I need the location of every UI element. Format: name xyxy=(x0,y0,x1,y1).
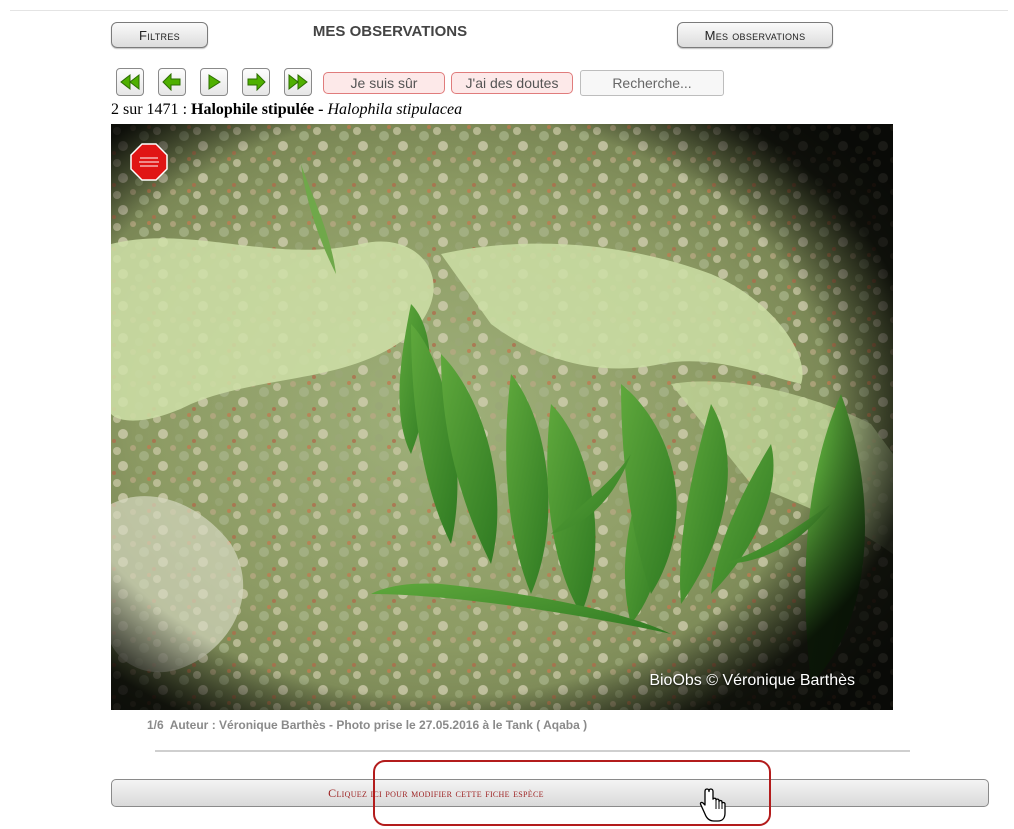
first-page-button[interactable] xyxy=(116,68,144,96)
common-name: Halophile stipulée xyxy=(191,101,315,118)
previous-button[interactable] xyxy=(158,68,186,96)
last-page-icon xyxy=(288,73,308,91)
search-input[interactable] xyxy=(580,70,724,96)
doubts-button[interactable]: J'ai des doutes xyxy=(451,72,573,94)
photo-index: 1/6 xyxy=(147,718,164,732)
first-page-icon xyxy=(120,73,140,91)
scientific-name: Halophila stipulacea xyxy=(327,101,463,118)
my-observations-button[interactable]: Mes observations xyxy=(677,22,833,48)
last-page-button[interactable] xyxy=(284,68,312,96)
page-title: MES OBSERVATIONS xyxy=(312,23,468,40)
next-icon xyxy=(247,73,266,91)
hand-pointer-icon xyxy=(699,788,726,822)
stop-badge-icon xyxy=(130,143,168,181)
record-separator: : xyxy=(182,101,188,118)
play-button[interactable] xyxy=(200,68,228,96)
filters-button[interactable]: Filtres xyxy=(111,22,208,48)
seagrass-image xyxy=(111,124,893,710)
photo-credit-text: Auteur : Véronique Barthès - Photo prise… xyxy=(169,718,588,732)
divider xyxy=(155,750,910,752)
record-dash: - xyxy=(318,101,324,118)
play-icon xyxy=(208,74,221,90)
previous-icon xyxy=(162,73,181,91)
photo-watermark: BioObs © Véronique Barthès xyxy=(649,672,855,689)
photo-credit: 1/6 Auteur : Véronique Barthès - Photo pr… xyxy=(147,718,593,732)
record-caption: 2 sur 1471 : Halophile stipulée - Haloph… xyxy=(111,101,462,119)
next-button[interactable] xyxy=(242,68,270,96)
record-position: 2 sur 1471 xyxy=(111,101,179,118)
species-photo[interactable]: BioObs © Véronique Barthès xyxy=(111,124,893,710)
sure-button[interactable]: Je suis sûr xyxy=(323,72,445,94)
